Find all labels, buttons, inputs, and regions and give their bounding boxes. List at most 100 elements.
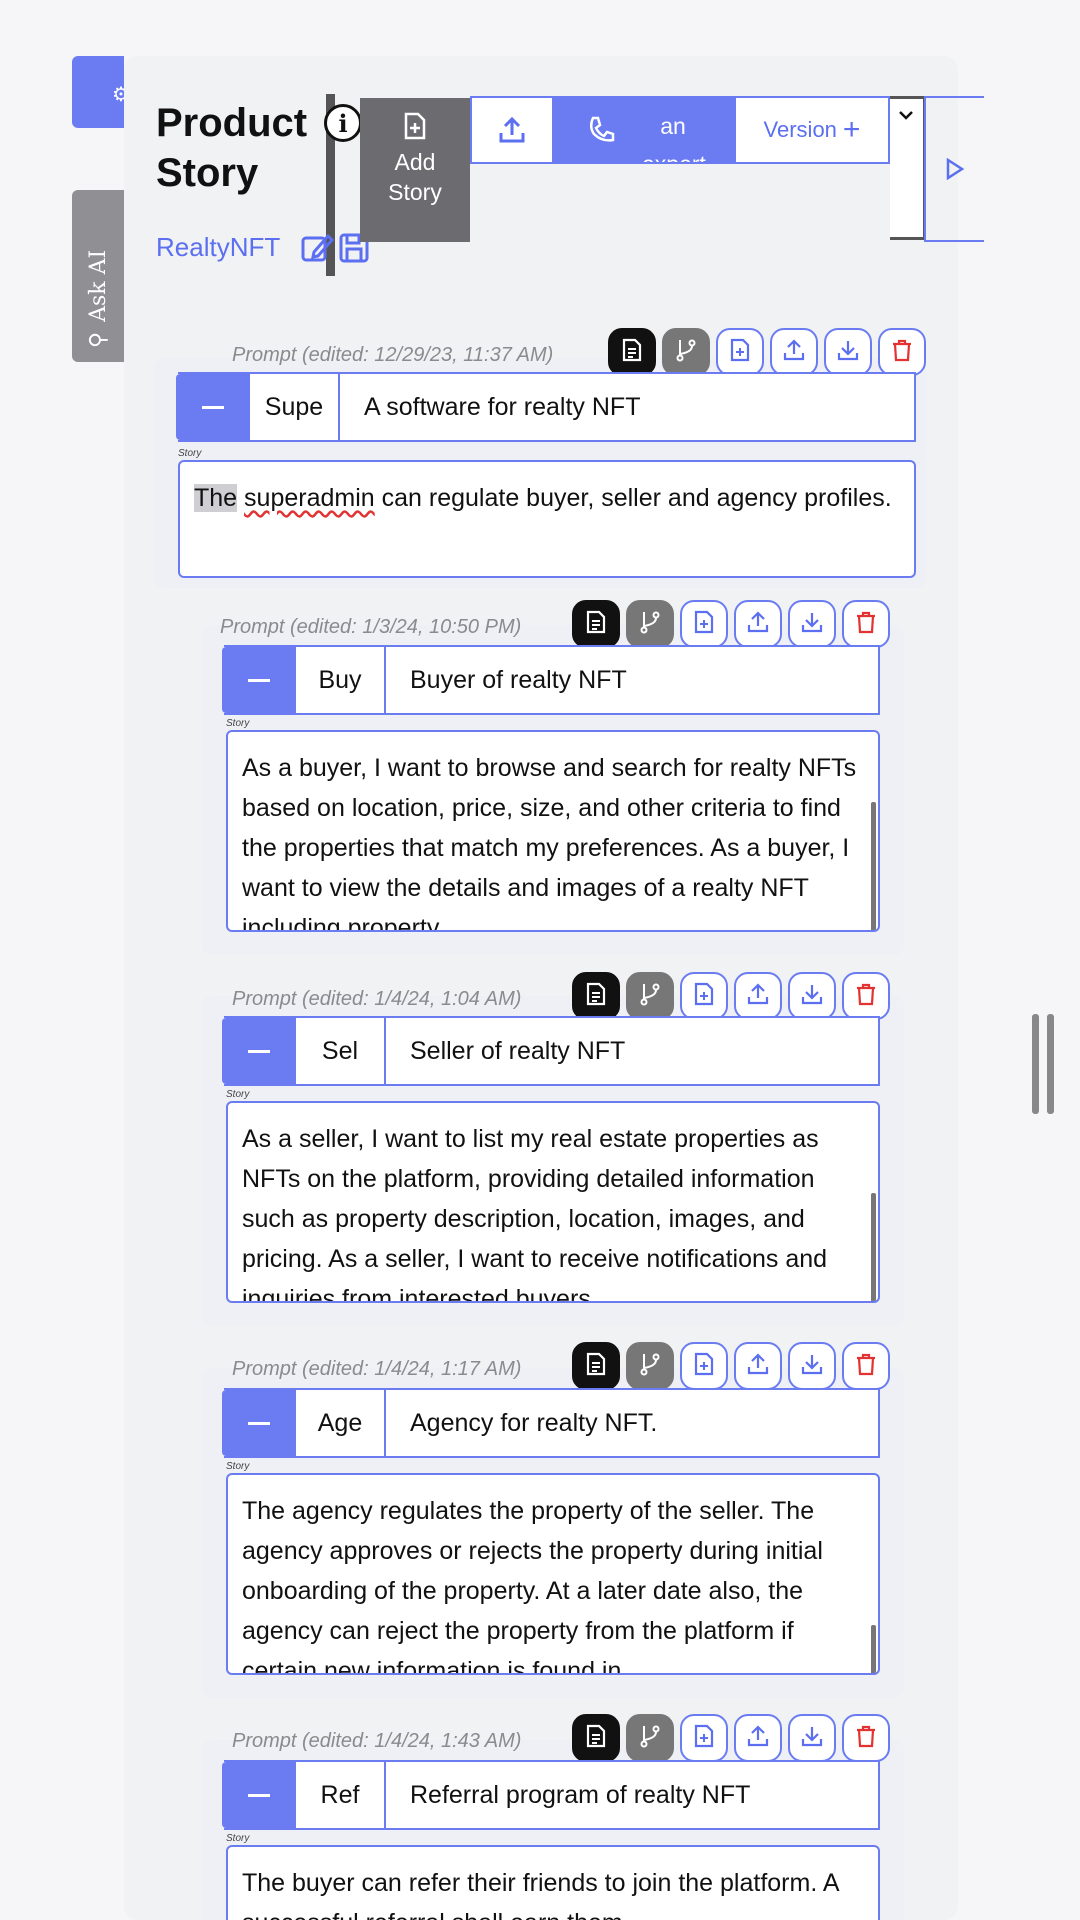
add-child-button[interactable] (680, 1342, 728, 1390)
document-icon (585, 1724, 607, 1753)
delete-button[interactable] (842, 972, 890, 1020)
story-short-name[interactable]: Sel (296, 1018, 386, 1084)
branch-button[interactable] (626, 972, 674, 1020)
add-story-button[interactable]: Add Story (360, 98, 470, 242)
collapse-button[interactable] (222, 1018, 296, 1084)
story-short-name[interactable]: Ref (296, 1762, 386, 1828)
prompt-row: Ref Referral program of realty NFT (222, 1760, 880, 1830)
delete-button[interactable] (842, 600, 890, 648)
branch-button[interactable] (626, 1714, 674, 1762)
story-textarea[interactable]: The agency regulates the property of the… (226, 1473, 880, 1675)
download-icon (836, 338, 860, 367)
branch-icon (639, 1724, 661, 1753)
upload-button[interactable] (734, 1714, 782, 1762)
collapse-button[interactable] (222, 1390, 296, 1456)
view-document-button[interactable] (572, 1342, 620, 1390)
scrollbar[interactable] (871, 1625, 876, 1673)
prompt-row: Buy Buyer of realty NFT (222, 645, 880, 715)
play-icon (946, 158, 965, 180)
story-actions (572, 972, 890, 1020)
add-child-button[interactable] (680, 972, 728, 1020)
story-text: As a buyer, I want to browse and search … (242, 754, 857, 932)
prompt-edited-meta: Prompt (edited: 1/4/24, 1:17 AM) (232, 1358, 522, 1380)
branch-icon (639, 982, 661, 1011)
scrollbar[interactable] (871, 1193, 876, 1301)
document-icon (585, 610, 607, 639)
trash-icon (855, 610, 877, 639)
prompt-input[interactable]: Agency for realty NFT. (386, 1390, 878, 1456)
story-textarea[interactable]: As a buyer, I want to browse and search … (226, 730, 880, 932)
download-button[interactable] (788, 1714, 836, 1762)
story-actions (572, 600, 890, 648)
upload-icon (499, 116, 525, 143)
delete-button[interactable] (842, 1342, 890, 1390)
story-label: Story (178, 448, 202, 459)
delete-button[interactable] (842, 1714, 890, 1762)
collapse-button[interactable] (176, 374, 250, 440)
edit-icon[interactable] (300, 232, 335, 264)
resize-handle[interactable] (1032, 1014, 1054, 1114)
download-button[interactable] (788, 600, 836, 648)
trash-icon (855, 982, 877, 1011)
view-document-button[interactable] (572, 600, 620, 648)
version-button[interactable]: Version + (736, 98, 890, 162)
story-textarea[interactable]: The superadmin can regulate buyer, selle… (178, 460, 916, 578)
collapse-button[interactable] (222, 1762, 296, 1828)
upload-icon (746, 1724, 770, 1753)
info-icon[interactable]: i (324, 104, 362, 142)
prompt-edited-meta: Prompt (edited: 12/29/23, 11:37 AM) (232, 344, 554, 366)
story-short-name[interactable]: Supe (250, 374, 340, 440)
branch-icon (675, 338, 697, 367)
view-document-button[interactable] (608, 328, 656, 376)
branch-button[interactable] (626, 600, 674, 648)
story-textarea[interactable]: As a seller, I want to list my real esta… (226, 1101, 880, 1303)
upload-icon (746, 1352, 770, 1381)
download-button[interactable] (788, 1342, 836, 1390)
search-icon: ⚲ (85, 331, 111, 348)
story-textarea[interactable]: The buyer can refer their friends to joi… (226, 1845, 880, 1920)
add-child-button[interactable] (680, 600, 728, 648)
story-label: Story (226, 1833, 250, 1844)
ask-ai-label: Ask AI (85, 249, 111, 322)
branch-button[interactable] (626, 1342, 674, 1390)
story-text-word: superadmin (244, 484, 375, 512)
story-label: Story (226, 718, 250, 729)
prompt-input[interactable]: Referral program of realty NFT (386, 1762, 878, 1828)
version-dropdown[interactable] (890, 96, 926, 240)
story-text: The buyer can refer their friends to joi… (242, 1869, 839, 1920)
add-child-button[interactable] (716, 328, 764, 376)
upload-button[interactable] (770, 328, 818, 376)
prompt-row: Sel Seller of realty NFT (222, 1016, 880, 1086)
project-name-link[interactable]: RealtyNFT (156, 232, 280, 263)
run-button[interactable] (924, 96, 984, 242)
collapse-button[interactable] (222, 647, 296, 713)
story-text-post: can regulate buyer, seller and agency pr… (374, 484, 892, 512)
upload-button[interactable] (734, 972, 782, 1020)
prompt-edited-meta: Prompt (edited: 1/4/24, 1:04 AM) (232, 988, 522, 1010)
delete-button[interactable] (878, 328, 926, 376)
view-document-button[interactable] (572, 972, 620, 1020)
branch-icon (639, 610, 661, 639)
ask-ai-side-tab[interactable]: ⚲ Ask AI (72, 190, 124, 362)
prompt-input[interactable]: A software for realty NFT (340, 374, 914, 440)
upload-button[interactable] (734, 600, 782, 648)
upload-button[interactable] (472, 98, 552, 162)
view-document-button[interactable] (572, 1714, 620, 1762)
settings-side-tab[interactable]: ⚙ (72, 56, 130, 128)
download-button[interactable] (824, 328, 872, 376)
story-short-name[interactable]: Buy (296, 647, 386, 713)
upload-button[interactable] (734, 1342, 782, 1390)
minus-icon (248, 1049, 270, 1053)
scrollbar[interactable] (871, 802, 876, 930)
prompt-input[interactable]: Buyer of realty NFT (386, 647, 878, 713)
add-file-icon (729, 338, 751, 367)
download-button[interactable] (788, 972, 836, 1020)
add-file-icon (693, 1724, 715, 1753)
story-text: The agency regulates the property of the… (242, 1497, 823, 1675)
add-child-button[interactable] (680, 1714, 728, 1762)
story-short-name[interactable]: Age (296, 1390, 386, 1456)
prompt-input[interactable]: Seller of realty NFT (386, 1018, 878, 1084)
branch-button[interactable] (662, 328, 710, 376)
ask-expert-button[interactable]: Ask an expert (552, 98, 736, 162)
story-actions (572, 1714, 890, 1762)
